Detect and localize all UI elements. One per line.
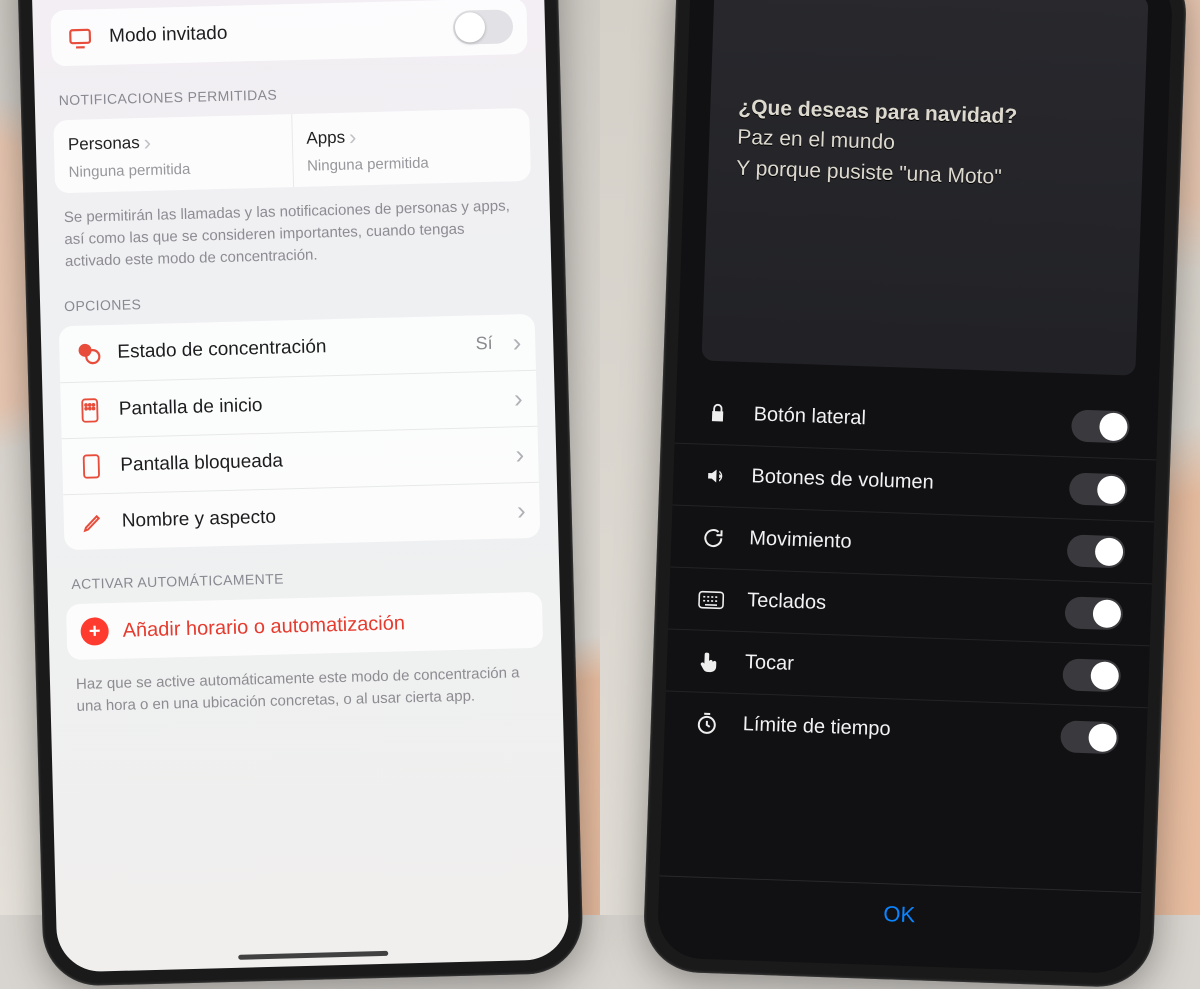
section-header-notifications: NOTIFICACIONES PERMITIDAS <box>59 80 523 108</box>
touch-icon <box>695 649 724 674</box>
people-cell[interactable]: Personas Ninguna permitida <box>53 114 293 193</box>
toggle[interactable] <box>1071 409 1130 443</box>
apps-title: Apps <box>306 120 516 151</box>
phone-left: Modo invitado NOTIFICACIONES PERMITIDAS … <box>16 0 584 987</box>
pencil-icon <box>77 507 108 538</box>
toggle[interactable] <box>1062 658 1121 692</box>
auto-footer: Haz que se active automáticamente este m… <box>68 656 545 718</box>
timer-icon <box>692 711 721 736</box>
phone-right: 10:57 ● ● ● ¿Que deseas para navidad? Pa… <box>642 0 1188 989</box>
add-automation-row[interactable]: + Añadir horario o automatización <box>66 592 543 660</box>
people-title: Personas <box>68 126 278 157</box>
toggle[interactable] <box>1060 720 1119 754</box>
option-label: Pantalla de inicio <box>119 389 495 421</box>
home-screen-icon <box>74 395 105 426</box>
lock-screen-icon <box>76 451 107 482</box>
guest-mode-toggle[interactable] <box>453 9 514 45</box>
options-card: Estado de concentración Sí Pantalla de i… <box>59 314 541 550</box>
guest-mode-label: Modo invitado <box>109 17 439 48</box>
option-label: Estado de concentración <box>117 333 462 364</box>
home-indicator[interactable] <box>238 951 388 960</box>
screen-focus-settings: Modo invitado NOTIFICACIONES PERMITIDAS … <box>31 0 570 973</box>
display-icon <box>65 22 96 53</box>
option-value: Sí <box>475 333 493 354</box>
meme-text: ¿Que deseas para navidad? Paz en el mund… <box>736 93 1117 197</box>
screen-guided-access-options: 10:57 ● ● ● ¿Que deseas para navidad? Pa… <box>657 0 1174 974</box>
keyboard-icon <box>697 589 726 610</box>
option-name-appearance[interactable]: Nombre y aspecto <box>63 482 540 550</box>
volume-icon <box>701 464 730 487</box>
options-list: Botón lateral Botones de volumen Movimie… <box>664 381 1159 770</box>
section-header-auto: ACTIVAR AUTOMÁTICAMENTE <box>71 564 535 592</box>
status-icon <box>73 338 104 369</box>
apps-sub: Ninguna permitida <box>307 152 517 174</box>
rotate-icon <box>699 525 728 550</box>
plus-icon: + <box>80 617 109 646</box>
apps-cell[interactable]: Apps Ninguna permitida <box>292 108 531 187</box>
option-label: Nombre y aspecto <box>122 501 498 533</box>
guest-mode-row[interactable]: Modo invitado <box>50 0 527 66</box>
lock-icon <box>703 402 732 425</box>
people-sub: Ninguna permitida <box>68 158 278 180</box>
option-label: Pantalla bloqueada <box>120 445 496 477</box>
allowed-notifications-card: Personas Ninguna permitida Apps Ninguna … <box>53 108 531 193</box>
toggle[interactable] <box>1064 596 1123 630</box>
section-header-options: OPCIONES <box>64 286 528 314</box>
toggle[interactable] <box>1067 534 1126 568</box>
ok-button[interactable]: OK <box>883 901 916 928</box>
toggle[interactable] <box>1069 472 1128 506</box>
add-automation-label: Añadir horario o automatización <box>122 609 528 643</box>
notifications-footer: Se permitirán las llamadas y las notific… <box>55 189 533 273</box>
